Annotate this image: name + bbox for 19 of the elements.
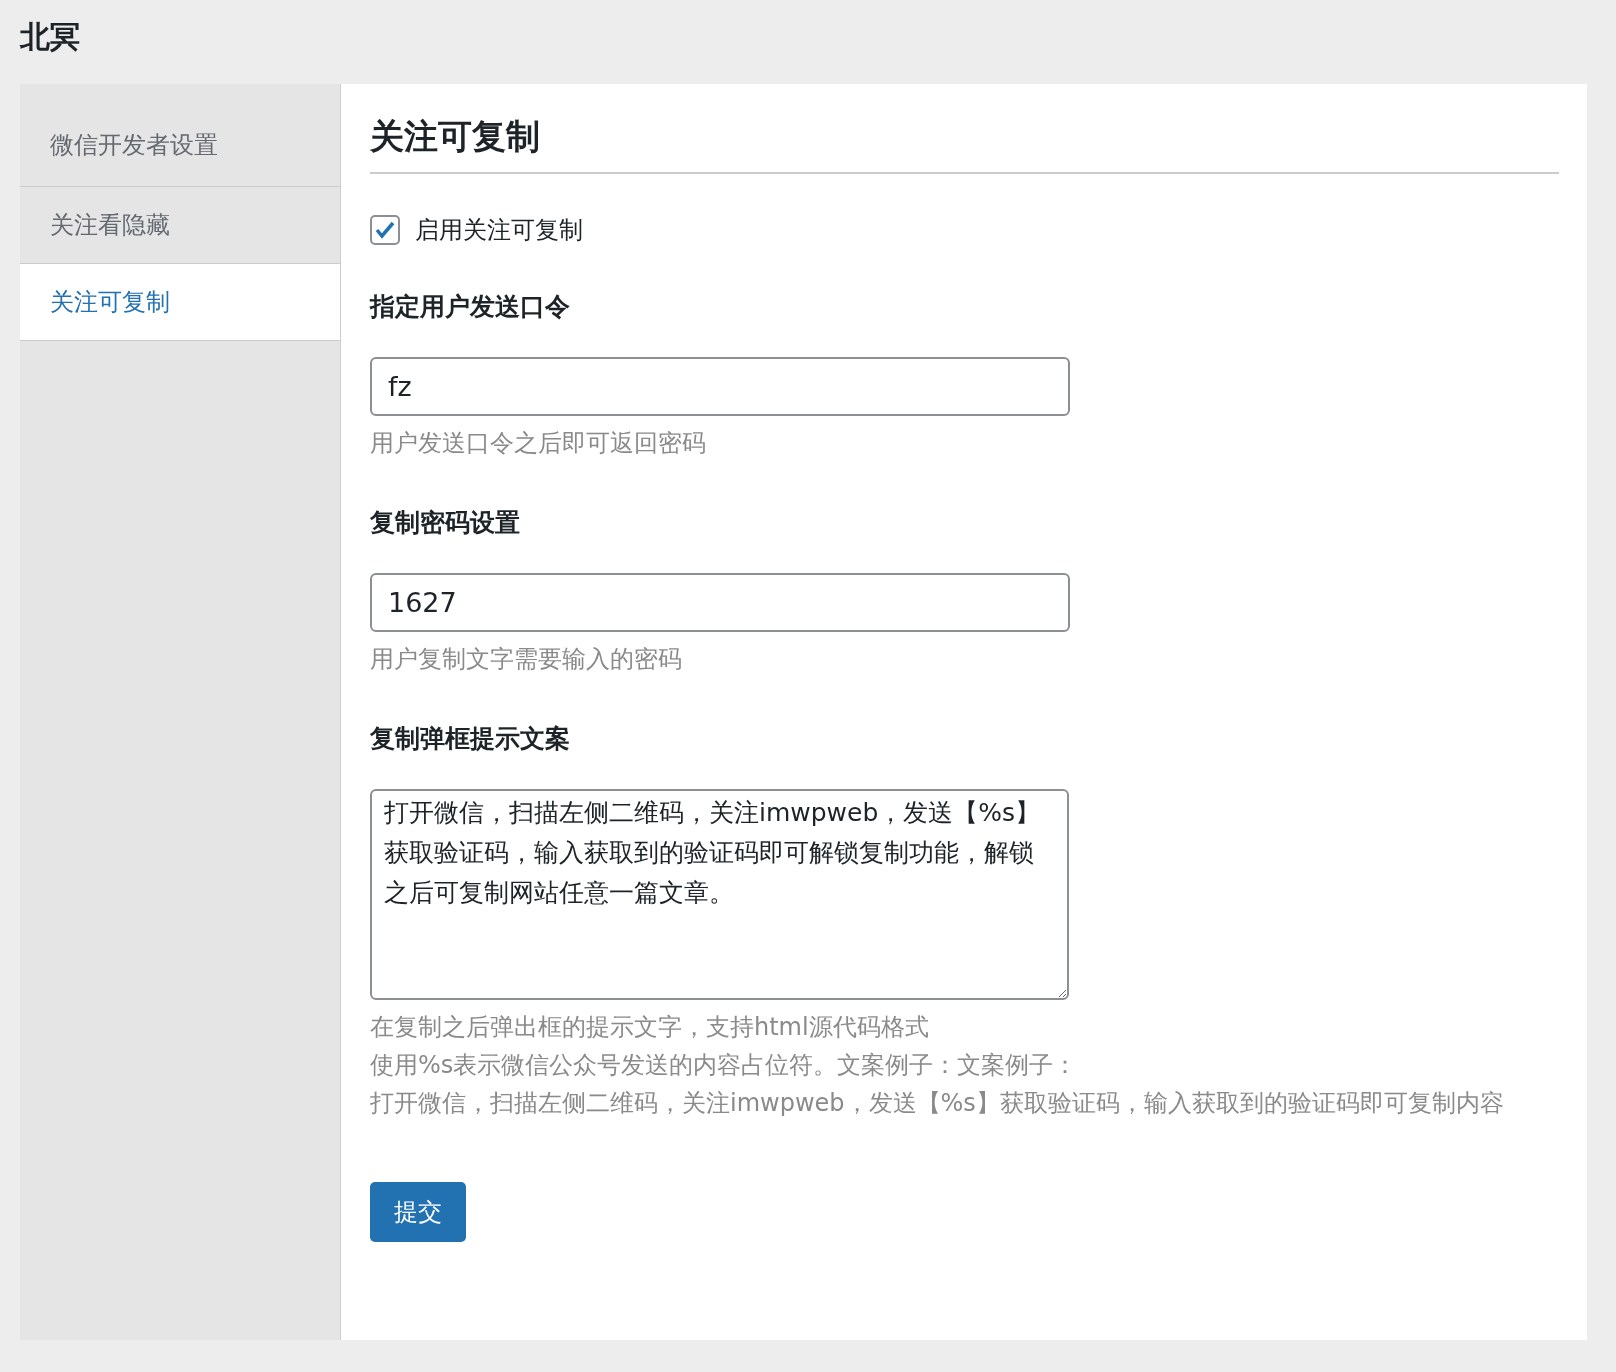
checkbox-label: 启用关注可复制: [415, 215, 583, 246]
sidebar-item[interactable]: 关注可复制: [20, 264, 340, 341]
help-text: 用户复制文字需要输入的密码: [370, 644, 683, 675]
input-field[interactable]: fz: [370, 357, 1070, 416]
help-text: 使用%s表示微信公众号发送的内容占位符。文案例子：文案例子：: [370, 1050, 1079, 1081]
help-text: 在复制之后弹出框的提示文字，支持html源代码格式: [370, 1012, 930, 1043]
field-label: 指定用户发送口令: [370, 291, 571, 323]
input-field[interactable]: 1627: [370, 573, 1070, 632]
submit-button[interactable]: 提交: [370, 1182, 466, 1242]
checkbox[interactable]: [370, 215, 400, 245]
text-area[interactable]: 打开微信，扫描左侧二维码，关注imwpweb，发送【%s】获取验证码，输入获取到的验证码即可解锁复制功能，解锁之后可复制网站任意一篇文章。: [370, 789, 1069, 1000]
help-text: 用户发送口令之后即可返回密码: [370, 428, 707, 459]
site-title: 北冥: [20, 18, 81, 56]
section-heading: 关注可复制: [370, 114, 1559, 174]
field-label: 复制密码设置: [370, 507, 521, 539]
help-text: 打开微信，扫描左侧二维码，关注imwpweb，发送【%s】获取验证码，输入获取到的验证码即可复制内容: [370, 1088, 1505, 1119]
checkmark-icon: [374, 220, 396, 240]
field-label: 复制弹框提示文案: [370, 723, 571, 755]
sidebar-item[interactable]: 微信开发者设置: [20, 84, 340, 187]
